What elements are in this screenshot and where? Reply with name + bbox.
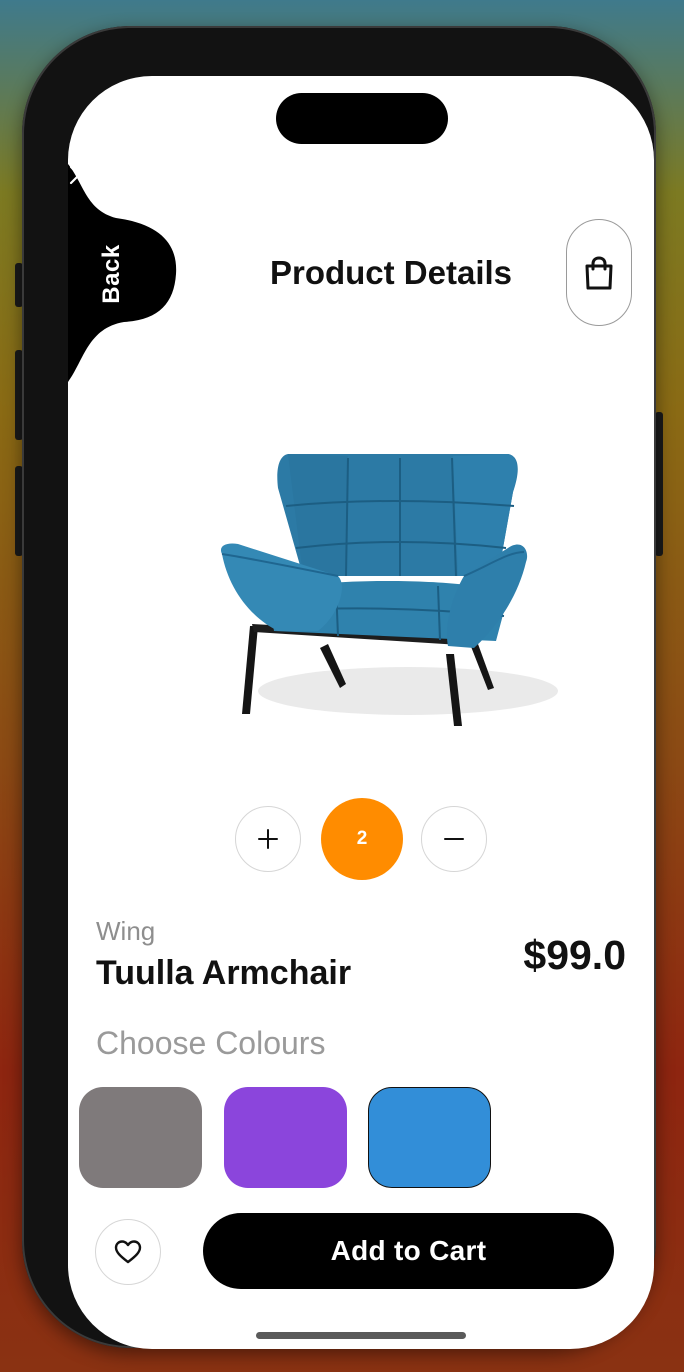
colour-swatch-purple[interactable] (224, 1087, 347, 1188)
product-name: Tuulla Armchair (96, 954, 352, 992)
power-button (655, 412, 663, 556)
phone-frame: Back Product Details 2 Wing Tuulla Armch… (22, 26, 656, 1349)
product-image (220, 454, 558, 726)
heart-icon (114, 1240, 142, 1264)
dynamic-island (276, 93, 448, 144)
colour-swatch-blue-selected[interactable] (368, 1087, 491, 1188)
back-button[interactable]: Back (68, 164, 178, 382)
back-label: Back (98, 244, 125, 304)
app-screen: Back Product Details 2 Wing Tuulla Armch… (68, 76, 654, 1349)
product-brand: Wing (96, 916, 156, 946)
shopping-bag-icon (585, 255, 613, 289)
chevron-right-icon (69, 165, 81, 185)
home-indicator[interactable] (256, 1332, 466, 1339)
choose-colours-heading: Choose Colours (96, 1025, 326, 1061)
cart-button[interactable] (566, 219, 632, 326)
decrease-quantity-button[interactable] (421, 806, 487, 872)
plus-icon (258, 829, 278, 849)
product-price: $99.0 (523, 932, 626, 978)
colour-swatch-grey[interactable] (79, 1087, 202, 1188)
quantity-value: 2 (321, 798, 403, 880)
minus-icon (444, 838, 464, 840)
favorite-button[interactable] (95, 1219, 161, 1285)
add-to-cart-button[interactable]: Add to Cart (203, 1213, 614, 1289)
increase-quantity-button[interactable] (235, 806, 301, 872)
page-title: Product Details (269, 254, 513, 291)
